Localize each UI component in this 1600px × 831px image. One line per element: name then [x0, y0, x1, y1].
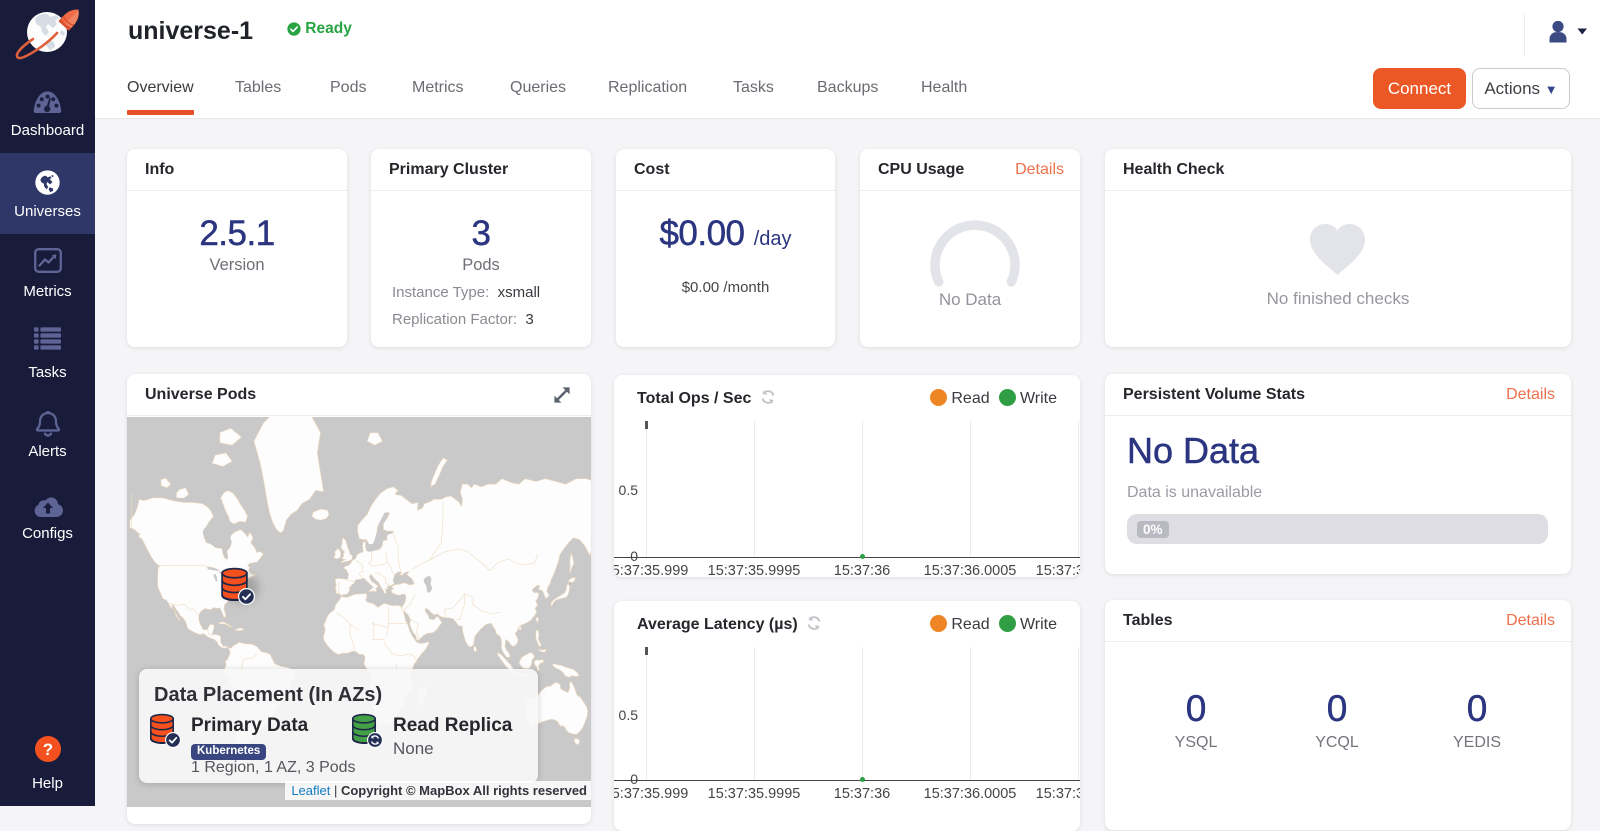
svg-text:?: ? — [42, 740, 52, 759]
